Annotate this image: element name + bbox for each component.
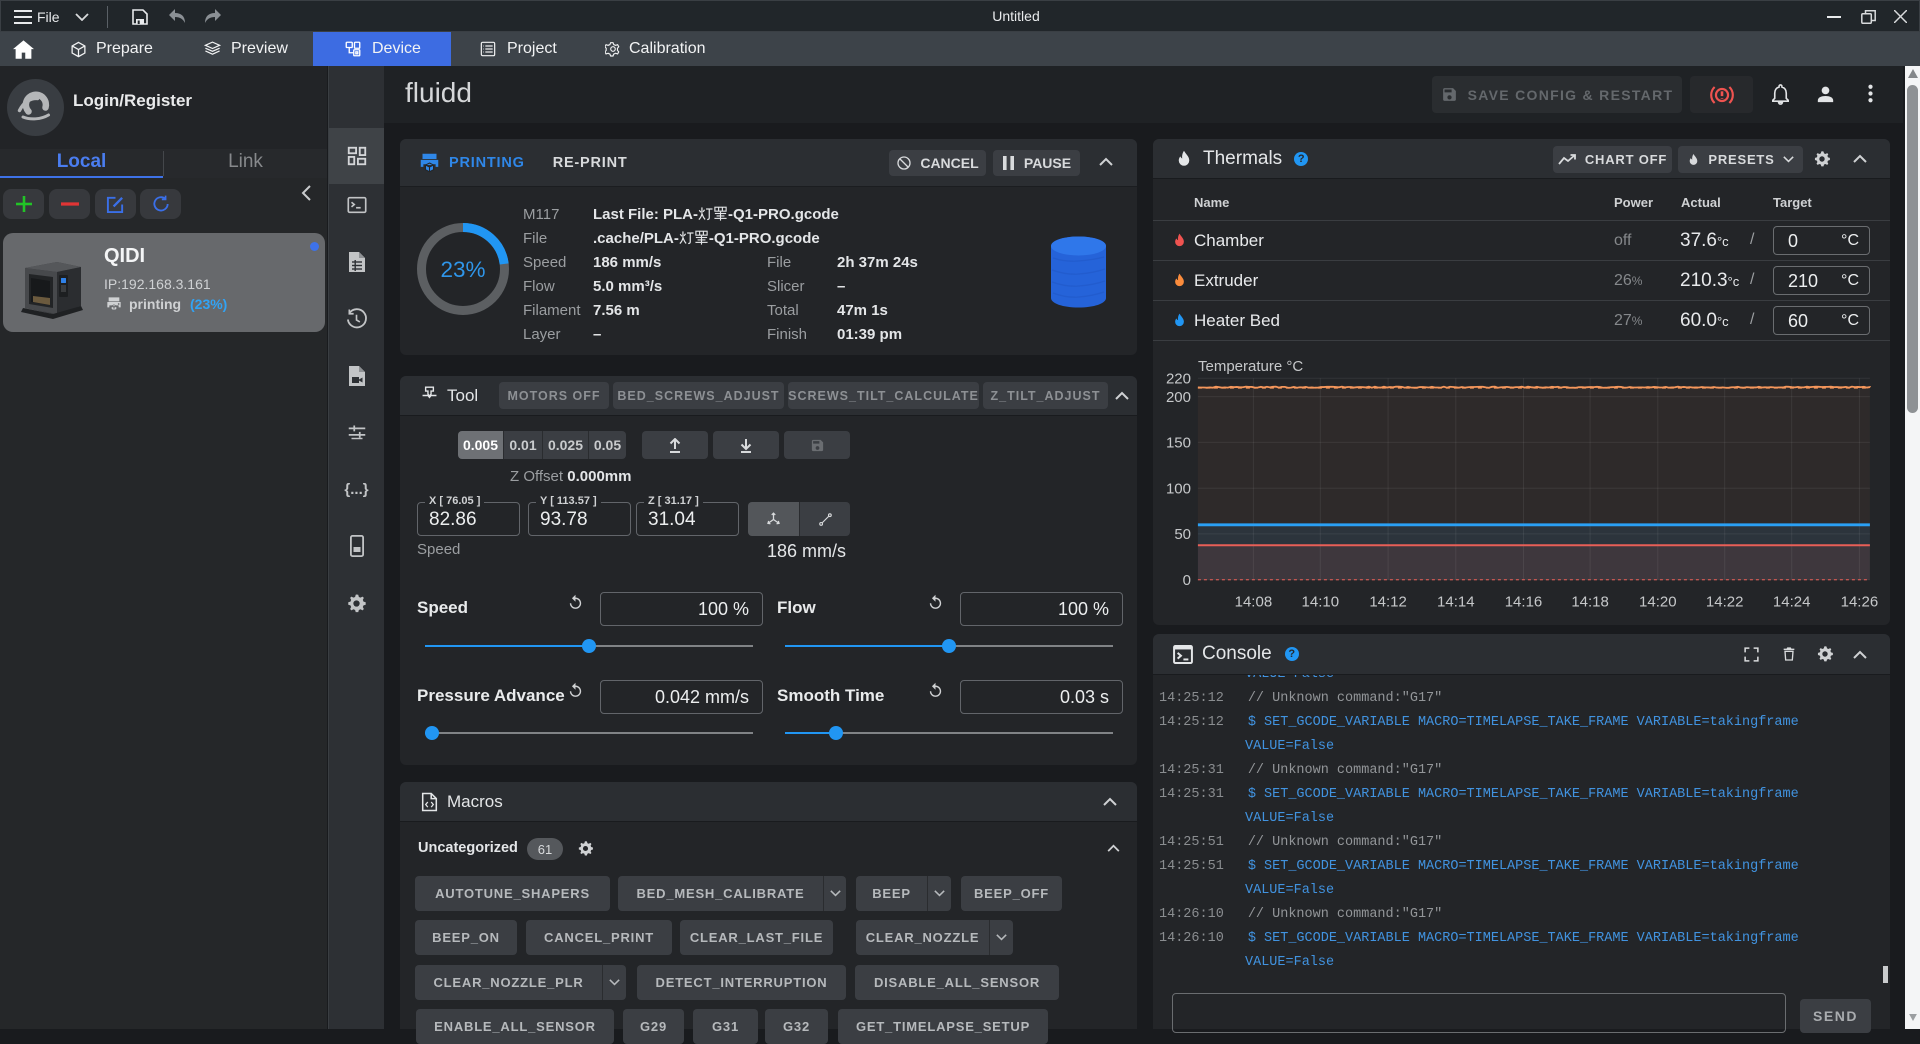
svg-text:150: 150 [1166,435,1191,452]
svg-text:14:10: 14:10 [1302,594,1340,611]
svg-text:14:26: 14:26 [1841,594,1879,611]
svg-text:14:22: 14:22 [1706,594,1744,611]
svg-text:14:08: 14:08 [1235,594,1273,611]
svg-text:14:24: 14:24 [1773,594,1811,611]
svg-text:14:16: 14:16 [1505,594,1543,611]
svg-text:100: 100 [1166,480,1191,497]
svg-text:23%: 23% [440,257,485,282]
svg-text:220: 220 [1166,371,1191,388]
svg-text:200: 200 [1166,389,1191,406]
svg-text:0: 0 [1183,572,1191,589]
svg-text:14:20: 14:20 [1639,594,1677,611]
svg-text:14:14: 14:14 [1437,594,1475,611]
svg-text:50: 50 [1174,526,1191,543]
svg-text:14:18: 14:18 [1571,594,1609,611]
svg-text:14:12: 14:12 [1369,594,1407,611]
